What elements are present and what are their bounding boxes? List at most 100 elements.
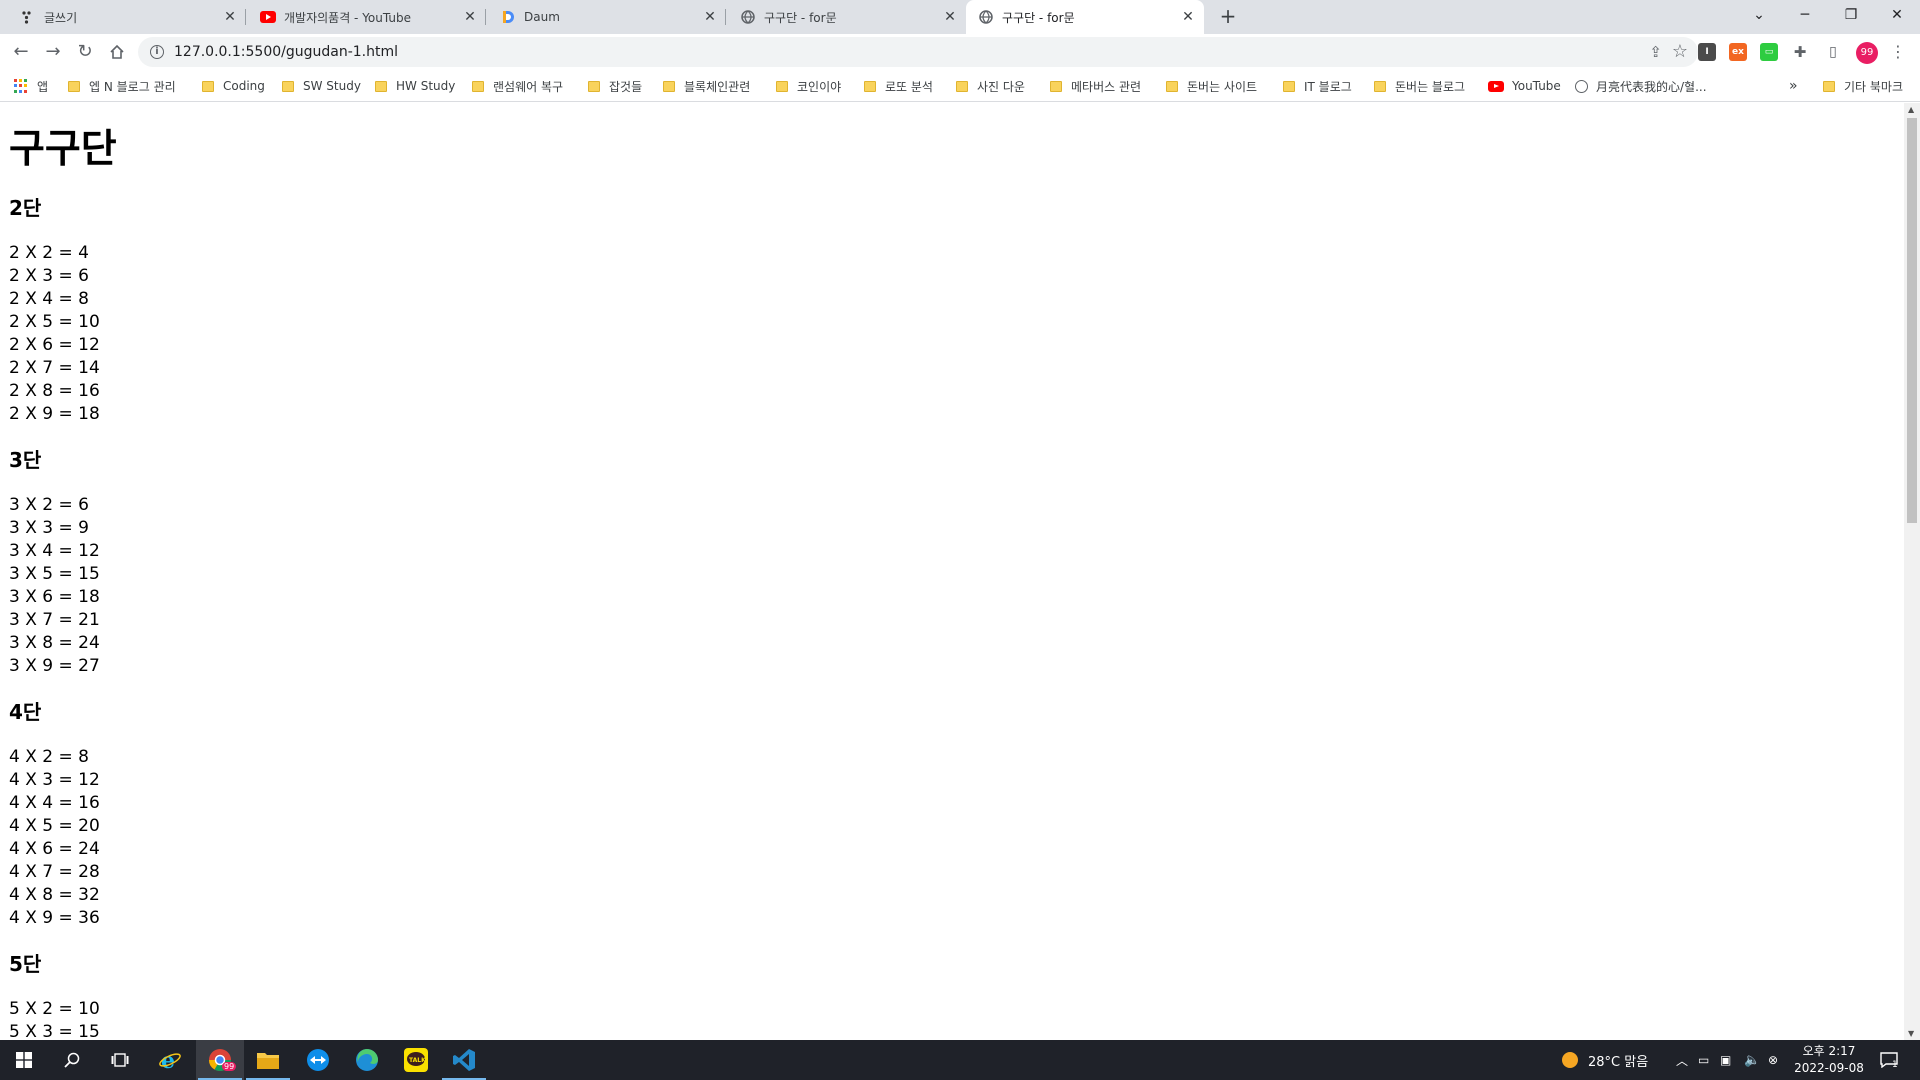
bookmark-folder[interactable]: 블록체인관련 bbox=[663, 76, 750, 96]
bookmark-folder[interactable]: IT 블로그 bbox=[1283, 76, 1352, 96]
info-icon[interactable]: i bbox=[150, 45, 164, 59]
bookmark-folder[interactable]: 코인이야 bbox=[776, 76, 841, 96]
folder-icon bbox=[1166, 80, 1178, 92]
notification-icon[interactable]: 1 bbox=[1880, 1040, 1898, 1080]
bookmark-link[interactable]: 月亮代表我的心/혈... bbox=[1575, 76, 1707, 96]
bookmark-folder[interactable]: 메타버스 관련 bbox=[1050, 76, 1141, 96]
multiplication-line: 4 X 5 = 20 bbox=[9, 816, 100, 836]
meet-now-icon[interactable]: ▭ bbox=[1698, 1040, 1709, 1080]
bookmark-star-icon[interactable]: ☆ bbox=[1672, 41, 1688, 62]
extension-icon[interactable]: ▭ bbox=[1760, 43, 1778, 61]
internet-explorer-icon[interactable]: e bbox=[146, 1040, 194, 1080]
folder-icon bbox=[776, 80, 788, 92]
tab-strip: 글쓰기 ✕ 개발자의품격 - YouTube ✕ Daum ✕ 구구단 - fo… bbox=[0, 0, 1920, 34]
file-explorer-icon[interactable] bbox=[244, 1040, 292, 1080]
bookmark-folder[interactable]: HW Study bbox=[375, 76, 455, 96]
back-icon[interactable]: ← bbox=[8, 39, 34, 65]
multiplication-line: 3 X 2 = 6 bbox=[9, 495, 89, 515]
reload-icon[interactable]: ↻ bbox=[72, 39, 98, 65]
forward-icon[interactable]: → bbox=[40, 39, 66, 65]
bookmark-folder[interactable]: 돈버는 사이트 bbox=[1166, 76, 1257, 96]
tab-gugudan-1[interactable]: 구구단 - for문 ✕ bbox=[728, 0, 966, 34]
extension-icon[interactable]: I bbox=[1698, 43, 1716, 61]
dan-heading: 2단 bbox=[9, 196, 42, 220]
close-icon[interactable]: ✕ bbox=[942, 9, 958, 25]
sun-icon bbox=[1562, 1052, 1578, 1068]
bookmark-youtube[interactable]: YouTube bbox=[1488, 76, 1561, 96]
close-icon[interactable]: ✕ bbox=[702, 9, 718, 25]
multiplication-line: 3 X 5 = 15 bbox=[9, 564, 100, 584]
folder-icon bbox=[1374, 80, 1386, 92]
folder-icon bbox=[472, 80, 484, 92]
kakaotalk-icon[interactable]: TALK bbox=[392, 1040, 440, 1080]
scroll-down-icon[interactable]: ▼ bbox=[1908, 1029, 1914, 1038]
extension-icon[interactable]: ex bbox=[1729, 43, 1747, 61]
more-bookmarks-button[interactable]: » bbox=[1789, 76, 1798, 96]
bookmark-folder[interactable]: 엡 N 블로그 관리 bbox=[68, 76, 176, 96]
side-panel-icon[interactable]: ▯ bbox=[1824, 43, 1842, 61]
volume-icon[interactable]: 🔈 bbox=[1744, 1040, 1760, 1080]
bookmark-folder[interactable]: 사진 다운 bbox=[956, 76, 1025, 96]
teamviewer-icon[interactable] bbox=[294, 1040, 342, 1080]
new-tab-button[interactable]: + bbox=[1216, 5, 1240, 29]
ime-icon[interactable]: ⊗ bbox=[1768, 1040, 1778, 1080]
puzzle-icon[interactable]: ✚ bbox=[1791, 43, 1809, 61]
multiplication-line: 2 X 9 = 18 bbox=[9, 404, 100, 424]
tab-title: 구구단 - for문 bbox=[764, 10, 837, 25]
folder-icon bbox=[663, 80, 675, 92]
share-icon[interactable]: ⇪ bbox=[1649, 43, 1662, 61]
taskbar: e 99 TALK 28°C 맑음 ︿ ▭ ▣ 🔈 ⊗ 오후 2:17 2022… bbox=[0, 1040, 1920, 1080]
bookmark-folder[interactable]: 잡것들 bbox=[588, 76, 642, 96]
tab-search-icon[interactable]: ⌄ bbox=[1736, 0, 1782, 30]
weather-widget[interactable]: 28°C 맑음 bbox=[1562, 1040, 1648, 1080]
home-icon[interactable] bbox=[104, 39, 130, 65]
url-text[interactable]: 127.0.0.1:5500/gugudan-1.html bbox=[174, 44, 398, 60]
multiplication-line: 3 X 4 = 12 bbox=[9, 541, 100, 561]
window-close-icon[interactable]: ✕ bbox=[1874, 0, 1920, 30]
address-bar[interactable]: i 127.0.0.1:5500/gugudan-1.html ⇪ ☆ bbox=[138, 37, 1698, 67]
folder-icon bbox=[588, 80, 600, 92]
search-icon[interactable] bbox=[48, 1040, 96, 1080]
tab-youtube[interactable]: 개발자의품격 - YouTube ✕ bbox=[248, 0, 486, 34]
chrome-taskbar-icon[interactable]: 99 bbox=[196, 1040, 244, 1080]
clock[interactable]: 오후 2:17 2022-09-08 bbox=[1792, 1043, 1866, 1077]
tab-title: Daum bbox=[524, 10, 560, 24]
globe-icon bbox=[1575, 79, 1588, 93]
avatar[interactable]: 99 bbox=[1856, 42, 1878, 64]
bookmark-folder[interactable]: SW Study bbox=[282, 76, 361, 96]
bookmark-folder[interactable]: 랜섬웨어 복구 bbox=[472, 76, 563, 96]
multiplication-line: 3 X 6 = 18 bbox=[9, 587, 100, 607]
bookmarks-bar: 앱 엡 N 블로그 관리 Coding SW Study HW Study 랜섬… bbox=[0, 70, 1920, 102]
minimize-icon[interactable]: ─ bbox=[1782, 0, 1828, 30]
dan-heading: 3단 bbox=[9, 448, 42, 472]
close-icon[interactable]: ✕ bbox=[462, 9, 478, 25]
bookmark-apps[interactable]: 앱 bbox=[14, 76, 48, 96]
scroll-up-icon[interactable]: ▲ bbox=[1908, 105, 1914, 114]
edge-icon[interactable] bbox=[343, 1040, 391, 1080]
bookmark-folder[interactable]: 돈버는 블로그 bbox=[1374, 76, 1465, 96]
tab-daum[interactable]: Daum ✕ bbox=[488, 0, 726, 34]
tab-blog-write[interactable]: 글쓰기 ✕ bbox=[8, 0, 246, 34]
vscode-icon[interactable] bbox=[440, 1040, 488, 1080]
multiplication-line: 3 X 3 = 9 bbox=[9, 518, 89, 538]
network-icon[interactable]: ▣ bbox=[1720, 1040, 1731, 1080]
tab-title: 글쓰기 bbox=[44, 10, 78, 25]
multiplication-line: 4 X 6 = 24 bbox=[9, 839, 100, 859]
task-view-icon[interactable] bbox=[96, 1040, 144, 1080]
multiplication-line: 2 X 7 = 14 bbox=[9, 358, 100, 378]
scrollbar[interactable]: ▲ ▼ bbox=[1904, 103, 1920, 1040]
bookmark-folder[interactable]: 로또 분석 bbox=[864, 76, 933, 96]
close-icon[interactable]: ✕ bbox=[1180, 9, 1196, 25]
folder-icon bbox=[202, 80, 214, 92]
tab-gugudan-active[interactable]: 구구단 - for문 ✕ bbox=[966, 0, 1204, 34]
show-hidden-icons[interactable]: ︿ bbox=[1676, 1040, 1688, 1080]
restore-icon[interactable]: ❐ bbox=[1828, 0, 1874, 30]
close-icon[interactable]: ✕ bbox=[222, 9, 238, 25]
multiplication-line: 2 X 8 = 16 bbox=[9, 381, 100, 401]
scrollbar-thumb[interactable] bbox=[1907, 118, 1917, 523]
windows-start-icon[interactable] bbox=[0, 1040, 48, 1080]
kebab-menu-icon[interactable]: ⋮ bbox=[1890, 42, 1906, 61]
multiplication-line: 4 X 3 = 12 bbox=[9, 770, 100, 790]
other-bookmarks[interactable]: 기타 북마크 bbox=[1823, 76, 1903, 96]
bookmark-folder[interactable]: Coding bbox=[202, 76, 265, 96]
